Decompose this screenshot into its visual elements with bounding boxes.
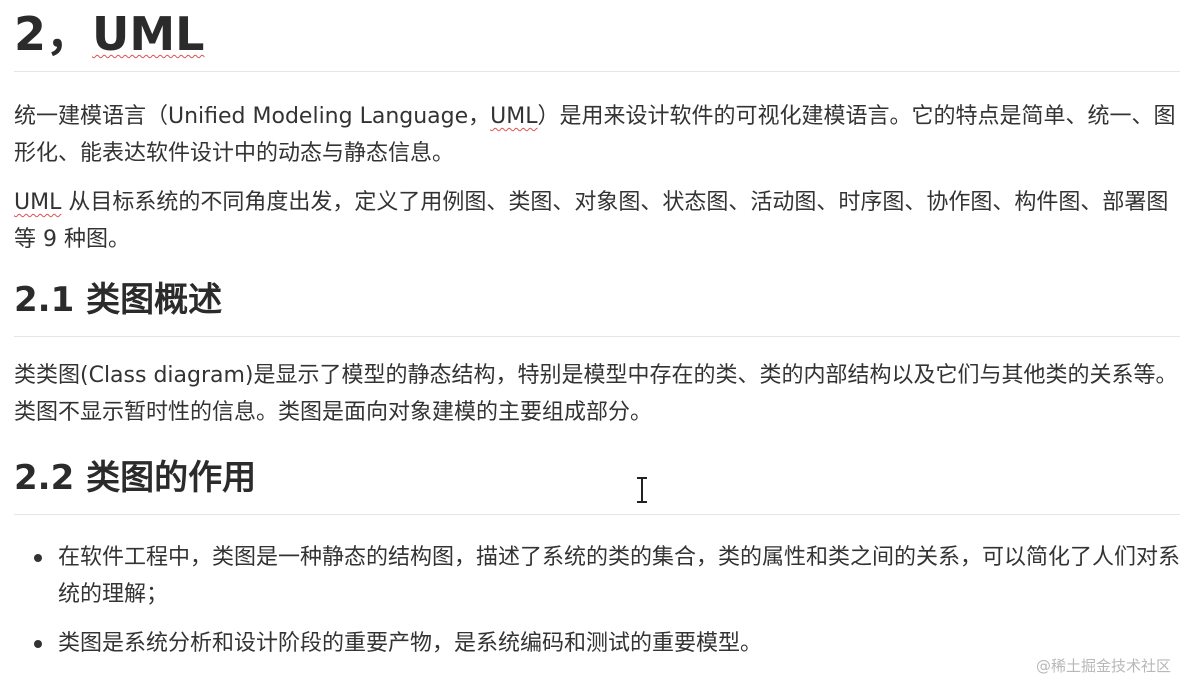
section-heading-2-1: 2.1 类图概述 — [14, 278, 1180, 337]
text-cursor-icon — [637, 477, 647, 503]
section-2-1-paragraph: 类类图(Class diagram)是显示了模型的静态结构，特别是模型中存在的类… — [14, 363, 1178, 425]
watermark: @稀土掘金技术社区 — [1035, 657, 1171, 675]
title-prefix: 2， — [14, 7, 93, 61]
page-title: 2，UML — [14, 0, 1180, 72]
list-item: 类图是系统分析和设计阶段的重要产物，是系统编码和测试的重要模型。 — [14, 625, 1180, 662]
intro-paragraph-1: 统一建模语言（Unified Modeling Language，UML）是用来… — [14, 98, 1180, 172]
intro-p1-uml: UML — [490, 104, 538, 129]
list-item: 在软件工程中，类图是一种静态的结构图，描述了系统的类的集合，类的属性和类之间的关… — [14, 539, 1180, 613]
intro-p1-text-a: 统一建模语言（Unified Modeling Language， — [14, 104, 491, 129]
bullet-list: 在软件工程中，类图是一种静态的结构图，描述了系统的类的集合，类的属性和类之间的关… — [14, 539, 1180, 662]
intro-p2-text: 从目标系统的不同角度出发，定义了用例图、类图、对象图、状态图、活动图、时序图、协… — [14, 190, 1169, 252]
title-uml: UML — [92, 7, 205, 61]
intro-p2-uml: UML — [14, 190, 62, 215]
document-body: 2，UML 统一建模语言（Unified Modeling Language，U… — [14, 0, 1180, 662]
intro-paragraph-2: UML 从目标系统的不同角度出发，定义了用例图、类图、对象图、状态图、活动图、时… — [14, 184, 1180, 258]
section-heading-2-2: 2.2 类图的作用 — [14, 456, 1180, 515]
